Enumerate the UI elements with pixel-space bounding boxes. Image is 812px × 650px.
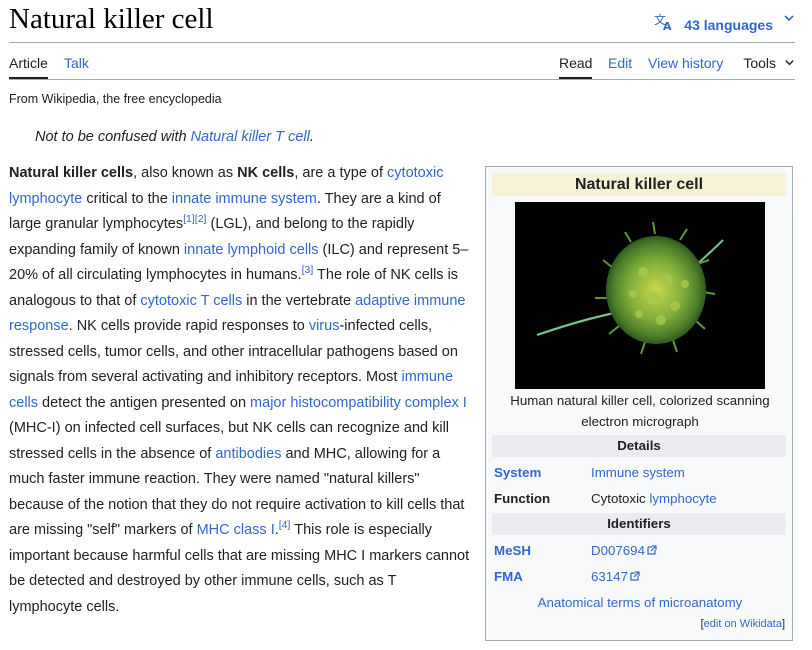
edit-on-wikidata: [edit on Wikidata] [701, 618, 785, 630]
tab-view-history[interactable]: View history [648, 55, 723, 78]
external-link-icon [630, 569, 640, 581]
infobox-title: Natural killer cell [492, 173, 786, 196]
hatnote-text: Not to be confused with [35, 129, 191, 145]
link-mhc[interactable]: major histocompatibility complex I [250, 395, 467, 411]
text-span: , also known as [133, 165, 238, 181]
lymphocyte-link[interactable]: lymphocyte [649, 491, 716, 506]
languages-button[interactable]: 文 A 43 languages [654, 12, 794, 36]
page-title: Natural killer cell [9, 3, 214, 35]
infobox-caption: Human natural killer cell, colorized sca… [510, 393, 770, 429]
anatomical-terms-footer: Anatomical terms of microanatomy [492, 595, 788, 610]
text-span: in the vertebrate [242, 292, 356, 309]
chevron-down-icon [783, 11, 795, 28]
hatnote-link[interactable]: Natural killer T cell [191, 129, 310, 145]
mesh-value-link[interactable]: D007694 [591, 543, 645, 558]
system-value-link[interactable]: Immune system [591, 465, 685, 480]
link-innate-lymphoid-cells[interactable]: innate lymphoid cells [184, 242, 319, 258]
link-mhc-class-i[interactable]: MHC class I [197, 522, 275, 538]
infobox-details-header: Details [492, 435, 786, 457]
bracket-close: ] [781, 618, 785, 630]
mesh-label-link[interactable]: MeSH [494, 543, 531, 558]
reference-link[interactable]: [2] [195, 213, 207, 225]
fma-value-link[interactable]: 63147 [591, 569, 628, 584]
languages-label: 43 languages [684, 16, 773, 33]
nk-cell-micrograph-image[interactable] [515, 202, 765, 389]
bold-term: NK cells [237, 165, 295, 181]
reference-link[interactable]: [1] [183, 213, 195, 225]
chevron-down-icon [784, 55, 795, 71]
function-label: Function [494, 491, 551, 506]
anatomical-terms-link[interactable]: Anatomical terms of microanatomy [538, 595, 743, 610]
tab-talk[interactable]: Talk [64, 55, 89, 78]
title-bar: Natural killer cell 文 A 43 languages [9, 0, 795, 43]
infobox: Natural killer cell Human natural killer… [485, 166, 793, 641]
site-tagline: From Wikipedia, the free encyclopedia [9, 92, 222, 106]
link-cytotoxic-t-cells[interactable]: cytotoxic T cells [140, 293, 242, 309]
text-span: critical to the [82, 190, 172, 207]
mesh-value: D007694 [591, 543, 657, 558]
function-value: Cytotoxic lymphocyte [591, 491, 717, 506]
tools-menu[interactable]: Tools [743, 55, 795, 71]
tab-article[interactable]: Article [9, 55, 48, 79]
text-span: , are a type of [294, 165, 388, 181]
fma-label-link[interactable]: FMA [494, 569, 523, 584]
function-value-text: Cytotoxic [591, 491, 650, 506]
fma-value: 63147 [591, 569, 640, 584]
system-label-link[interactable]: System [494, 465, 541, 480]
tab-edit[interactable]: Edit [608, 55, 632, 78]
translate-icon: 文 A [654, 12, 674, 36]
tools-label: Tools [743, 55, 776, 71]
bold-term: Natural killer cells [9, 165, 134, 181]
reference-link[interactable]: [3] [302, 264, 314, 276]
reference-link[interactable]: [4] [279, 519, 291, 531]
text-span: . NK cells provide rapid responses to [68, 318, 309, 334]
edit-on-wikidata-link[interactable]: edit on Wikidata [704, 618, 782, 630]
article-paragraph: Natural killer cells, also known as NK c… [9, 161, 473, 620]
link-innate-immune-system[interactable]: innate immune system [172, 191, 317, 207]
page-tabs: Article Talk Read Edit View history Tool… [9, 42, 795, 80]
hatnote-suffix: . [309, 129, 314, 145]
link-virus[interactable]: virus [309, 318, 340, 334]
hatnote: Not to be confused with Natural killer T… [35, 129, 314, 145]
svg-text:A: A [663, 20, 672, 31]
tab-read[interactable]: Read [559, 55, 593, 79]
link-antibodies[interactable]: antibodies [215, 446, 281, 462]
external-link-icon [647, 543, 657, 555]
infobox-identifiers-header: Identifiers [492, 513, 786, 535]
text-span: detect the antigen presented on [38, 394, 251, 411]
